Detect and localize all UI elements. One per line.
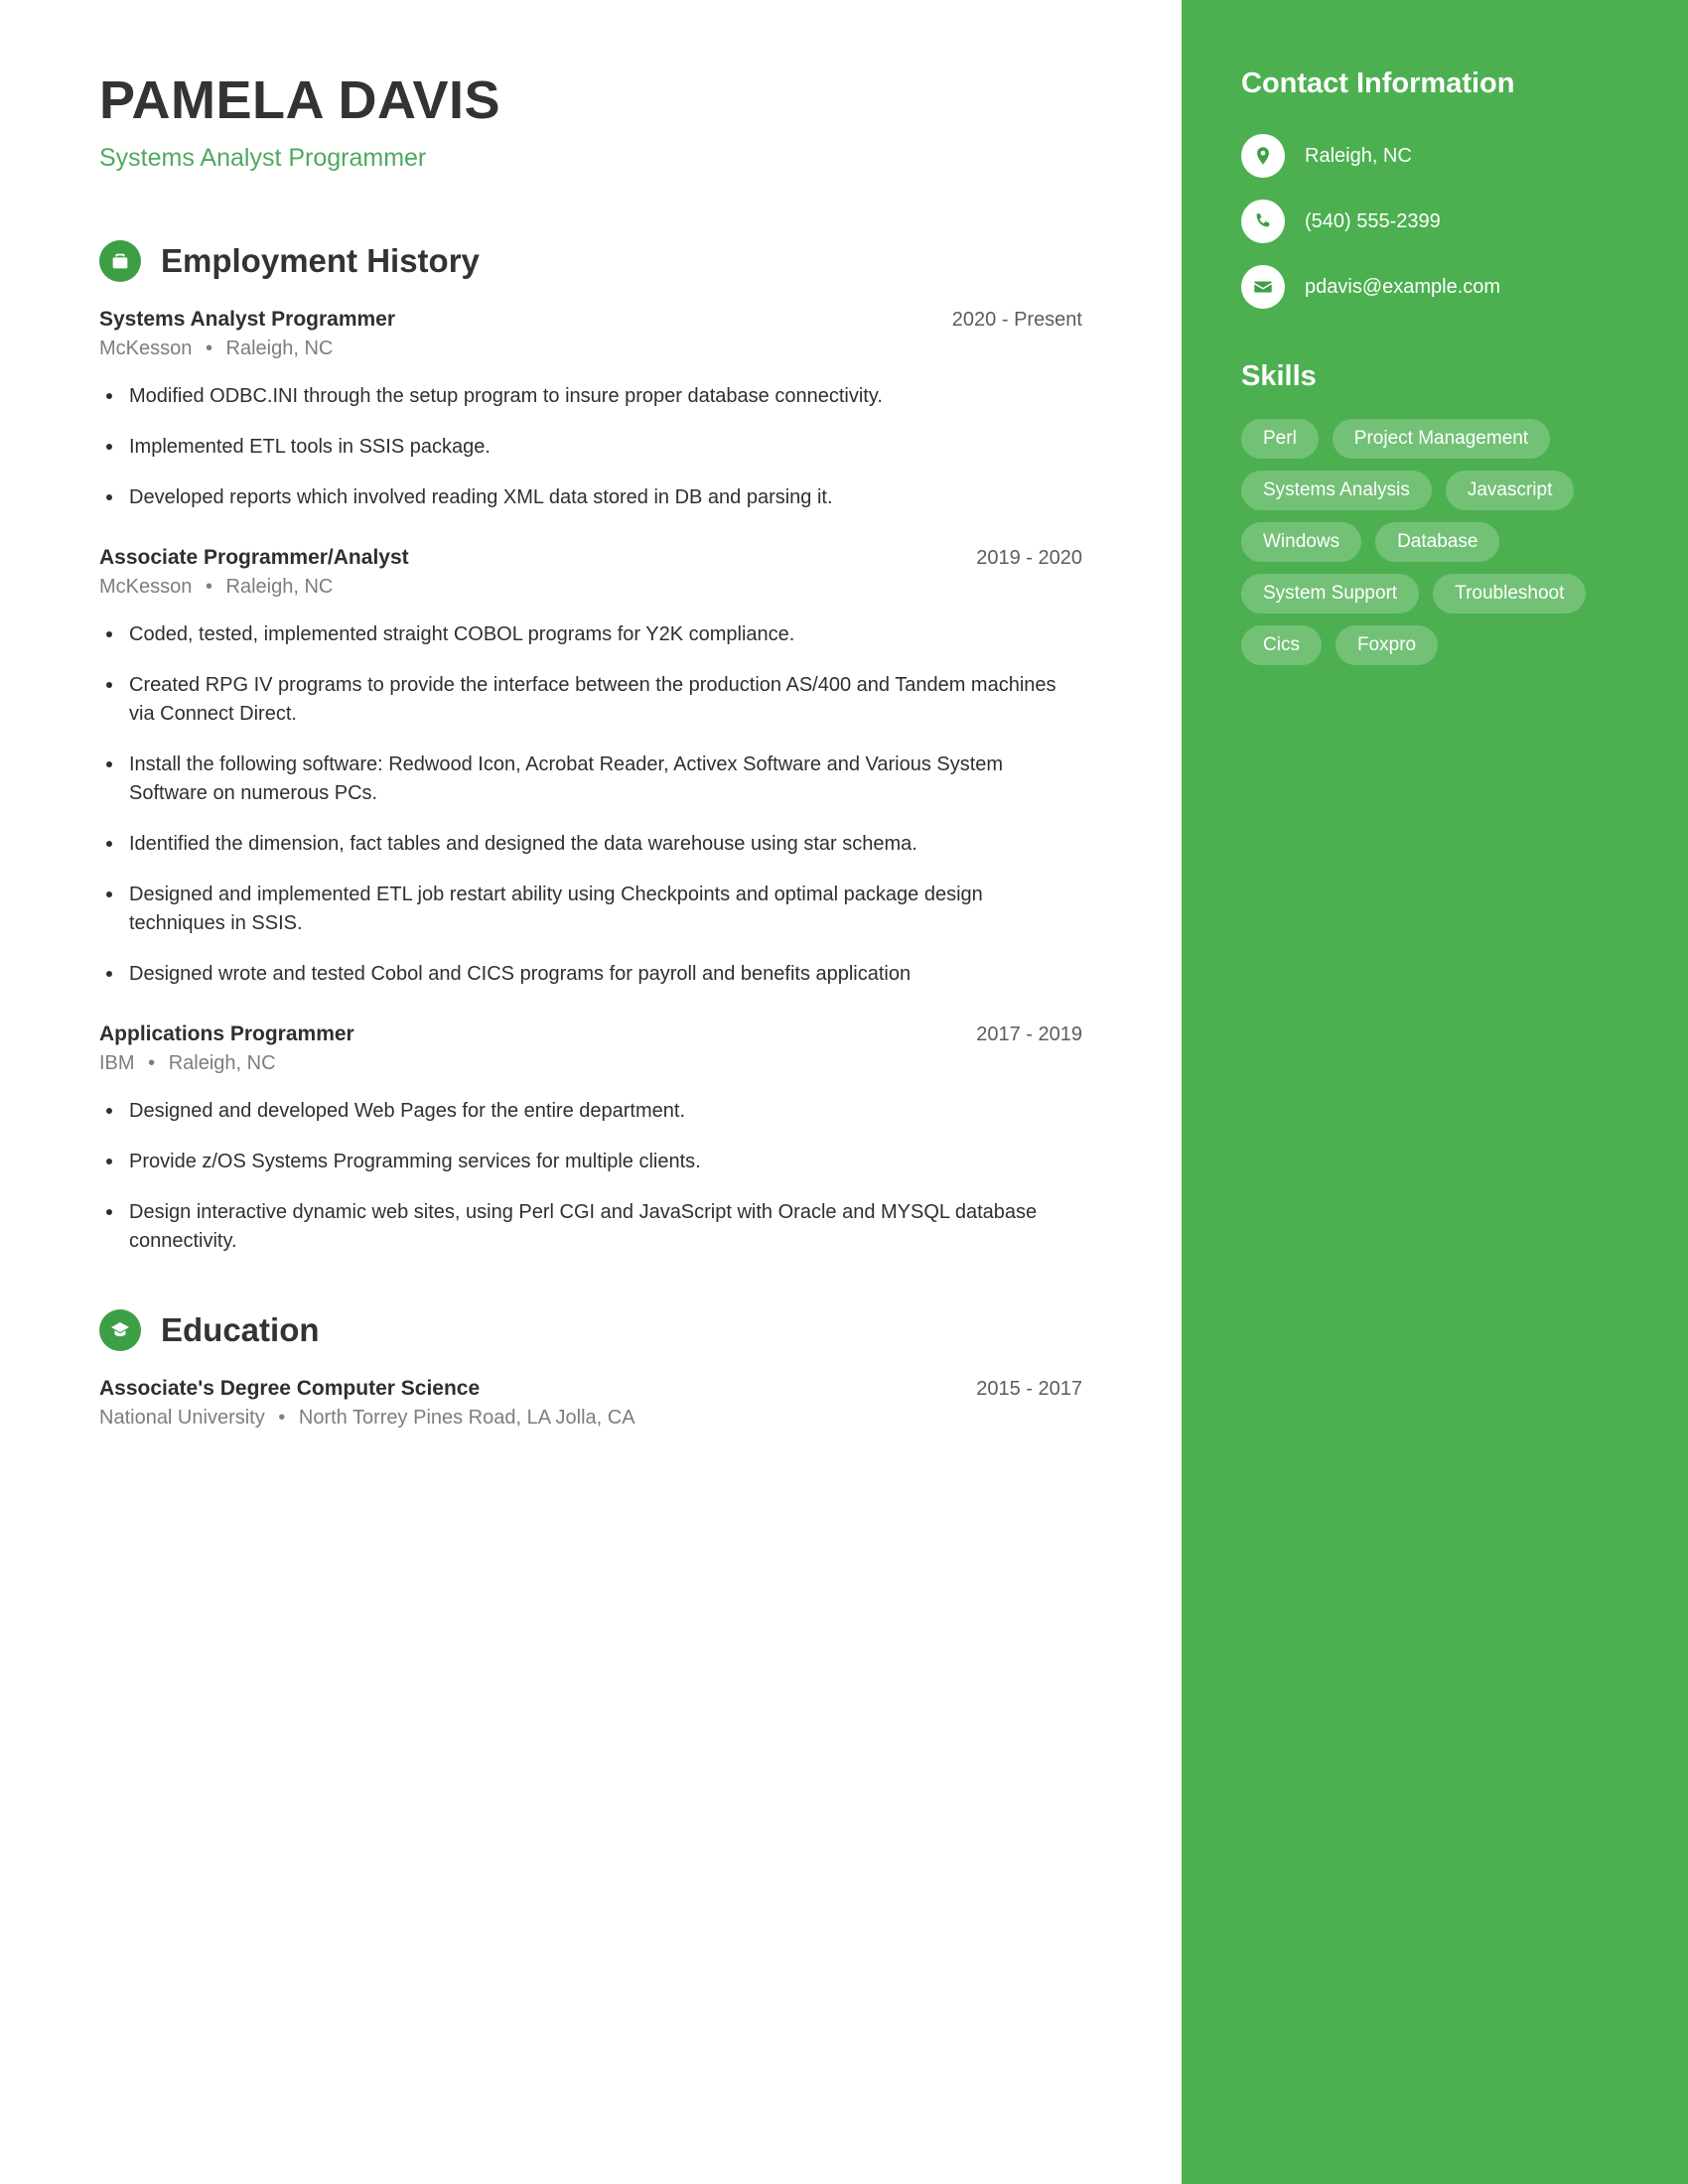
contact-item-location: Raleigh, NC <box>1241 134 1628 178</box>
bullet-item: Modified ODBC.INI through the setup prog… <box>99 382 1082 411</box>
employment-entry: Systems Analyst Programmer 2020 - Presen… <box>99 308 1082 512</box>
bullet-item: Provide z/OS Systems Programming service… <box>99 1148 1082 1176</box>
separator-dot: • <box>278 1407 286 1430</box>
sidebar: Contact Information Raleigh, NC (540) 55… <box>1182 0 1688 2184</box>
education-section-header: Education <box>99 1309 1082 1352</box>
employment-section-title: Employment History <box>161 242 480 280</box>
contact-item-phone: (540) 555-2399 <box>1241 200 1628 243</box>
entry-date: 2017 - 2019 <box>976 1024 1082 1046</box>
bullet-item: Created RPG IV programs to provide the i… <box>99 671 1082 729</box>
location-pin-icon <box>1241 134 1285 178</box>
phone-icon <box>1241 200 1285 243</box>
entry-company: IBM <box>99 1052 135 1075</box>
education-section: Education Associate's Degree Computer Sc… <box>99 1309 1082 1430</box>
employment-section-header: Employment History <box>99 240 1082 283</box>
resume-page: PAMELA DAVIS Systems Analyst Programmer … <box>0 0 1688 2184</box>
entry-date: 2019 - 2020 <box>976 547 1082 570</box>
entry-head: Systems Analyst Programmer 2020 - Presen… <box>99 308 1082 332</box>
separator-dot: • <box>205 338 212 360</box>
contact-item-email: pdavis@example.com <box>1241 265 1628 309</box>
employment-section: Employment History Systems Analyst Progr… <box>99 240 1082 1256</box>
bullet-item: Install the following software: Redwood … <box>99 751 1082 808</box>
separator-dot: • <box>148 1052 156 1075</box>
skill-pill: Systems Analysis <box>1241 471 1432 510</box>
contact-email-text: pdavis@example.com <box>1305 275 1501 298</box>
entry-date: 2020 - Present <box>951 309 1082 332</box>
school-name: National University <box>99 1407 265 1430</box>
entry-subtitle: National University • North Torrey Pines… <box>99 1407 1082 1430</box>
entry-head: Applications Programmer 2017 - 2019 <box>99 1023 1082 1046</box>
employment-entry: Applications Programmer 2017 - 2019 IBM … <box>99 1023 1082 1256</box>
entry-title: Applications Programmer <box>99 1023 354 1046</box>
entry-head: Associate's Degree Computer Science 2015… <box>99 1377 1082 1401</box>
skill-pill: Project Management <box>1332 419 1551 459</box>
entry-title: Associate Programmer/Analyst <box>99 546 409 570</box>
contact-location-text: Raleigh, NC <box>1305 144 1412 167</box>
bullet-item: Identified the dimension, fact tables an… <box>99 830 1082 859</box>
entry-subtitle: McKesson • Raleigh, NC <box>99 576 1082 599</box>
skill-pill: Database <box>1375 522 1500 562</box>
bullet-item: Designed and developed Web Pages for the… <box>99 1097 1082 1126</box>
entry-bullets: Modified ODBC.INI through the setup prog… <box>99 382 1082 512</box>
skills-title: Skills <box>1241 360 1317 392</box>
entry-subtitle: IBM • Raleigh, NC <box>99 1052 1082 1075</box>
school-location: North Torrey Pines Road, LA Jolla, CA <box>298 1407 635 1430</box>
education-section-title: Education <box>161 1311 320 1349</box>
entry-subtitle: McKesson • Raleigh, NC <box>99 338 1082 360</box>
bullet-item: Coded, tested, implemented straight COBO… <box>99 620 1082 649</box>
candidate-name: PAMELA DAVIS <box>99 70 501 130</box>
contact-list: Raleigh, NC (540) 555-2399 pdavis@exampl… <box>1241 134 1628 309</box>
skill-pill: Foxpro <box>1335 625 1439 665</box>
contact-information-title: Contact Information <box>1241 68 1515 99</box>
entry-bullets: Coded, tested, implemented straight COBO… <box>99 620 1082 989</box>
contact-phone-text: (540) 555-2399 <box>1305 209 1441 232</box>
degree-title: Associate's Degree Computer Science <box>99 1377 481 1401</box>
bullet-item: Developed reports which involved reading… <box>99 483 1082 512</box>
employment-entry: Associate Programmer/Analyst 2019 - 2020… <box>99 546 1082 989</box>
bullet-item: Designed wrote and tested Cobol and CICS… <box>99 960 1082 989</box>
skill-pill: System Support <box>1241 574 1420 614</box>
entry-location: Raleigh, NC <box>225 338 334 360</box>
entry-location: Raleigh, NC <box>225 576 334 599</box>
degree-date: 2015 - 2017 <box>976 1378 1082 1401</box>
bullet-item: Designed and implemented ETL job restart… <box>99 881 1082 938</box>
entry-company: McKesson <box>99 576 193 599</box>
separator-dot: • <box>205 576 212 599</box>
bullet-item: Design interactive dynamic web sites, us… <box>99 1198 1082 1256</box>
entry-company: McKesson <box>99 338 193 360</box>
candidate-title: Systems Analyst Programmer <box>99 144 427 173</box>
skills-list: Perl Project Management Systems Analysis… <box>1241 419 1628 665</box>
entry-head: Associate Programmer/Analyst 2019 - 2020 <box>99 546 1082 570</box>
bullet-item: Implemented ETL tools in SSIS package. <box>99 433 1082 462</box>
education-entry: Associate's Degree Computer Science 2015… <box>99 1377 1082 1430</box>
envelope-icon <box>1241 265 1285 309</box>
graduation-cap-icon <box>99 1309 141 1352</box>
skill-pill: Cics <box>1241 625 1322 665</box>
entry-bullets: Designed and developed Web Pages for the… <box>99 1097 1082 1256</box>
skill-pill: Troubleshoot <box>1433 574 1587 614</box>
skill-pill: Perl <box>1241 419 1319 459</box>
main-column: PAMELA DAVIS Systems Analyst Programmer … <box>0 0 1182 2184</box>
skill-pill: Javascript <box>1445 471 1575 510</box>
briefcase-icon <box>99 240 141 283</box>
entry-title: Systems Analyst Programmer <box>99 308 396 332</box>
entry-location: Raleigh, NC <box>168 1052 276 1075</box>
skill-pill: Windows <box>1241 522 1362 562</box>
